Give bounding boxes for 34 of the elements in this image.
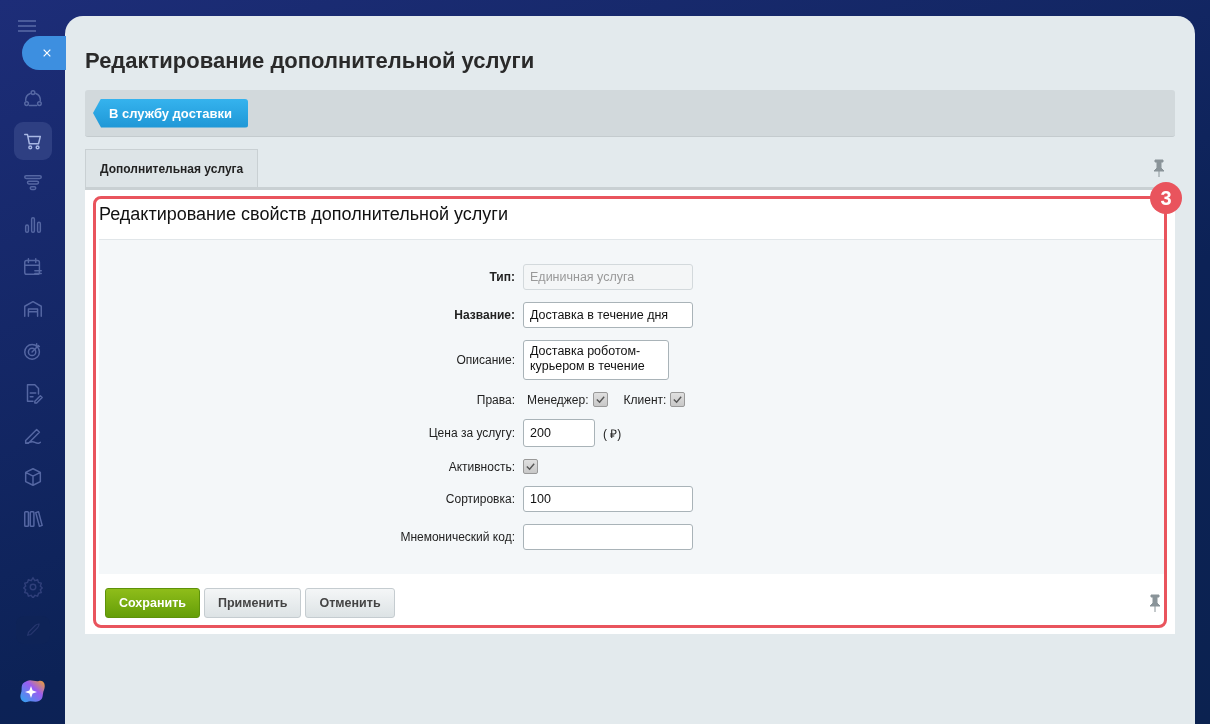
form-button[interactable]: Применить xyxy=(203,588,302,618)
field-label: Права: xyxy=(475,392,515,407)
page-title: Редактирование дополнительной услуги xyxy=(85,48,536,74)
field-label: Сортировка: xyxy=(444,492,515,506)
checkmark-icon xyxy=(672,394,684,405)
field-label: Мнемонический код: xyxy=(399,530,515,544)
pin-icon[interactable] xyxy=(1153,159,1165,177)
close-button[interactable] xyxy=(21,36,66,70)
tab[interactable]: Дополнительная услуга xyxy=(85,149,259,187)
field-label: Тип: xyxy=(488,270,515,284)
field-label: Активность: xyxy=(447,459,515,474)
option-label: Клиент: xyxy=(623,392,667,407)
checkbox[interactable] xyxy=(523,459,538,474)
checkbox[interactable] xyxy=(670,392,686,407)
text-field[interactable]: 100 xyxy=(523,486,693,512)
checkmark-icon xyxy=(594,394,606,405)
pin-icon[interactable] xyxy=(1149,594,1161,612)
checkmark-icon xyxy=(525,461,536,472)
description-field[interactable]: Доставка роботом-курьером в течение xyxy=(523,340,669,380)
text-field[interactable]: Доставка в течение дня xyxy=(523,302,693,328)
field-label: Описание: xyxy=(455,353,515,367)
checkbox[interactable] xyxy=(592,392,608,407)
field-label: Название: xyxy=(453,308,515,322)
currency-label: ( ₽) xyxy=(603,425,622,442)
price-field[interactable]: 200 xyxy=(523,419,595,447)
settings-icon[interactable] xyxy=(21,576,44,598)
field-label: Цена за услугу: xyxy=(427,426,515,440)
text-field[interactable] xyxy=(523,524,693,550)
callout-badge: 3 xyxy=(1150,182,1182,214)
cart-icon[interactable] xyxy=(13,122,52,160)
section-title: Редактирование свойств дополнительной услуги xyxy=(99,204,509,225)
option-label: Менеджер: xyxy=(527,392,589,407)
menu-icon[interactable] xyxy=(16,20,37,32)
form-button[interactable]: Отменить xyxy=(305,588,395,618)
